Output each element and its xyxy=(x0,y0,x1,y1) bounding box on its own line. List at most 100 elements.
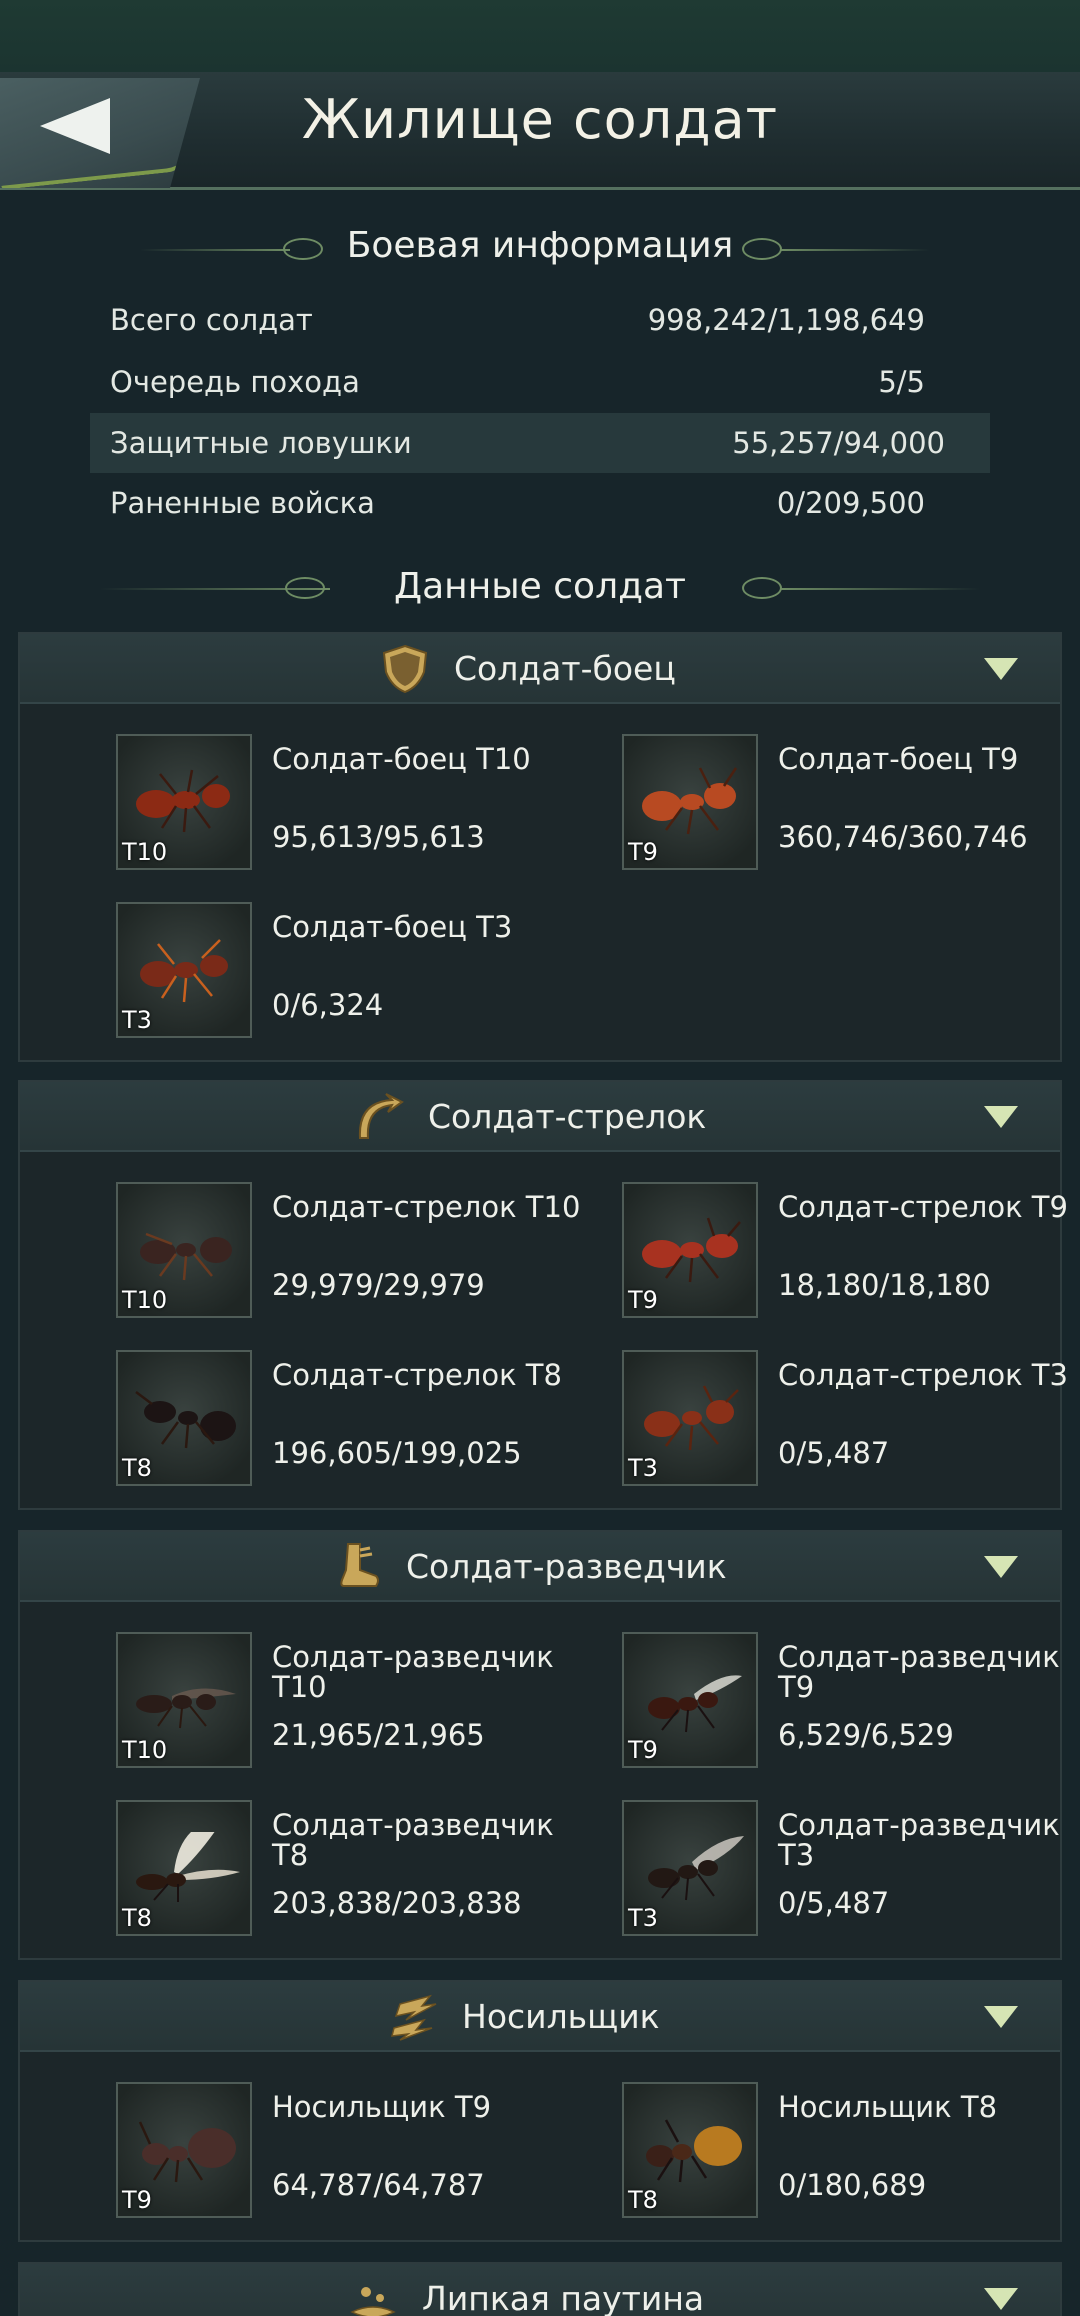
ant-icon xyxy=(646,2119,742,2183)
unit-thumbnail: T10 xyxy=(116,734,252,870)
category-title: Солдат-разведчик xyxy=(406,1547,727,1586)
category-header[interactable]: Липкая паутина xyxy=(20,2264,1060,2316)
unit-thumbnail: T3 xyxy=(622,1800,758,1936)
category-title: Липкая паутина xyxy=(422,2279,705,2316)
ant-icon xyxy=(140,939,228,1003)
unit-thumbnail: T3 xyxy=(622,1350,758,1486)
unit-name: Солдат-боец Т3 xyxy=(272,910,513,944)
tier-badge: T9 xyxy=(628,1286,658,1314)
unit-name: Солдат-разведчик Т10 xyxy=(272,1640,554,1704)
winged-ant-icon xyxy=(136,1688,236,1729)
info-label: Очередь похода xyxy=(110,365,360,399)
category-title: Солдат-боец xyxy=(454,649,676,688)
unit-card[interactable]: T8 Солдат-разведчик Т8 203,838/203,838 xyxy=(116,1800,596,1940)
ant-icon xyxy=(642,767,738,835)
unit-thumbnail: T3 xyxy=(116,902,252,1038)
unit-count: 29,979/29,979 xyxy=(272,1268,485,1302)
unit-card[interactable]: T10 Солдат-боец Т10 95,613/95,613 xyxy=(116,734,596,874)
unit-card[interactable]: T3 Солдат-боец Т3 0/6,324 xyxy=(116,902,596,1042)
info-value: 0/209,500 xyxy=(776,486,925,520)
unit-count: 0/6,324 xyxy=(272,988,384,1022)
tier-badge: T3 xyxy=(122,1006,152,1034)
ant-icon xyxy=(138,2121,236,2183)
info-value: 5/5 xyxy=(878,365,925,399)
info-row-defense-traps: Защитные ловушки 55,257/94,000 xyxy=(90,413,990,473)
lightning-icon xyxy=(391,1994,437,2041)
unit-count: 0/5,487 xyxy=(778,1436,890,1470)
unit-card[interactable]: T9 Солдат-разведчик Т9 6,529/6,529 xyxy=(622,1632,1080,1772)
unit-card[interactable]: T3 Солдат-стрелок Т3 0/5,487 xyxy=(622,1350,1080,1490)
boot-icon xyxy=(340,1543,379,1587)
unit-name: Солдат-боец Т9 xyxy=(778,742,1019,776)
category-header[interactable]: Носильщик xyxy=(20,1982,1060,2052)
ant-icon xyxy=(642,1217,741,1283)
unit-count: 18,180/18,180 xyxy=(778,1268,991,1302)
info-label: Защитные ловушки xyxy=(110,426,412,460)
page-title: Жилище солдат xyxy=(301,88,779,151)
category-title: Солдат-стрелок xyxy=(428,1097,707,1136)
ant-icon xyxy=(644,1385,739,1451)
unit-thumbnail: T9 xyxy=(622,1182,758,1318)
category-title: Носильщик xyxy=(462,1997,660,2036)
unit-card[interactable]: T9 Носильщик Т9 64,787/64,787 xyxy=(116,2082,596,2222)
battle-info-heading: Боевая информация xyxy=(346,225,734,266)
tier-badge: T9 xyxy=(122,2186,152,2214)
soldier-data-heading: Данные солдат xyxy=(393,566,687,607)
tier-badge: T8 xyxy=(122,1454,152,1482)
unit-name: Солдат-стрелок Т9 xyxy=(778,1190,1068,1224)
tier-badge: T9 xyxy=(628,1736,658,1764)
chevron-down-icon[interactable] xyxy=(984,1556,1018,1578)
chevron-down-icon[interactable] xyxy=(984,2288,1018,2310)
unit-card[interactable]: T10 Солдат-стрелок Т10 29,979/29,979 xyxy=(116,1182,596,1322)
unit-name: Солдат-стрелок Т10 xyxy=(272,1190,581,1224)
category-carrier: Носильщик T9 Носильщик Т9 64,787/64,787 … xyxy=(18,1980,1062,2242)
unit-count: 21,965/21,965 xyxy=(272,1718,485,1752)
heading-decoration-right xyxy=(780,588,980,590)
info-label: Раненные войска xyxy=(110,486,375,520)
chevron-down-icon[interactable] xyxy=(984,1106,1018,1128)
shield-icon xyxy=(382,644,428,694)
unit-thumbnail: T9 xyxy=(622,1632,758,1768)
unit-count: 196,605/199,025 xyxy=(272,1436,522,1470)
tier-badge: T3 xyxy=(628,1454,658,1482)
unit-count: 0/180,689 xyxy=(778,2168,927,2202)
unit-name: Солдат-стрелок Т8 xyxy=(272,1358,562,1392)
ant-icon xyxy=(136,769,230,833)
unit-name: Солдат-разведчик Т3 xyxy=(778,1808,1060,1872)
heading-decoration-right xyxy=(780,249,930,251)
info-row-total-soldiers: Всего солдат 998,242/1,198,649 xyxy=(110,290,970,350)
unit-card[interactable]: T9 Солдат-боец Т9 360,746/360,746 xyxy=(622,734,1080,874)
web-icon xyxy=(350,2287,396,2316)
tier-badge: T8 xyxy=(628,2186,658,2214)
category-header[interactable]: Солдат-разведчик xyxy=(20,1532,1060,1602)
unit-card[interactable]: T9 Солдат-стрелок Т9 18,180/18,180 xyxy=(622,1182,1080,1322)
info-value: 998,242/1,198,649 xyxy=(647,303,925,337)
unit-thumbnail: T9 xyxy=(116,2082,252,2218)
info-row-wounded-troops: Раненные войска 0/209,500 xyxy=(110,473,970,533)
top-background-strip xyxy=(0,0,1080,72)
unit-card[interactable]: T10 Солдат-разведчик Т10 21,965/21,965 xyxy=(116,1632,596,1772)
curved-arrow-icon xyxy=(358,1093,404,1139)
swirl-right-icon xyxy=(742,238,782,260)
winged-ant-icon xyxy=(648,1675,742,1733)
unit-name: Солдат-стрелок Т3 xyxy=(778,1358,1068,1392)
winged-ant-icon xyxy=(648,1836,744,1901)
unit-name: Солдат-разведчик Т9 xyxy=(778,1640,1060,1704)
swirl-right-icon xyxy=(742,577,782,599)
unit-name: Носильщик Т9 xyxy=(272,2090,492,2124)
ant-icon xyxy=(135,1391,236,1449)
chevron-down-icon[interactable] xyxy=(984,658,1018,680)
unit-thumbnail: T8 xyxy=(116,1350,252,1486)
chevron-down-icon[interactable] xyxy=(984,2006,1018,2028)
category-sticky-web: Липкая паутина xyxy=(18,2262,1062,2316)
unit-thumbnail: T10 xyxy=(116,1632,252,1768)
unit-count: 0/5,487 xyxy=(778,1886,890,1920)
unit-card[interactable]: T8 Носильщик Т8 0/180,689 xyxy=(622,2082,1080,2222)
unit-card[interactable]: T8 Солдат-стрелок Т8 196,605/199,025 xyxy=(116,1350,596,1490)
tier-badge: T10 xyxy=(122,838,168,866)
category-header[interactable]: Солдат-боец xyxy=(20,634,1060,704)
unit-card[interactable]: T3 Солдат-разведчик Т3 0/5,487 xyxy=(622,1800,1080,1940)
info-label: Всего солдат xyxy=(110,303,313,337)
category-shooter: Солдат-стрелок T10 Солдат-стрелок Т10 29… xyxy=(18,1080,1068,1510)
category-header[interactable]: Солдат-стрелок xyxy=(20,1082,1060,1152)
